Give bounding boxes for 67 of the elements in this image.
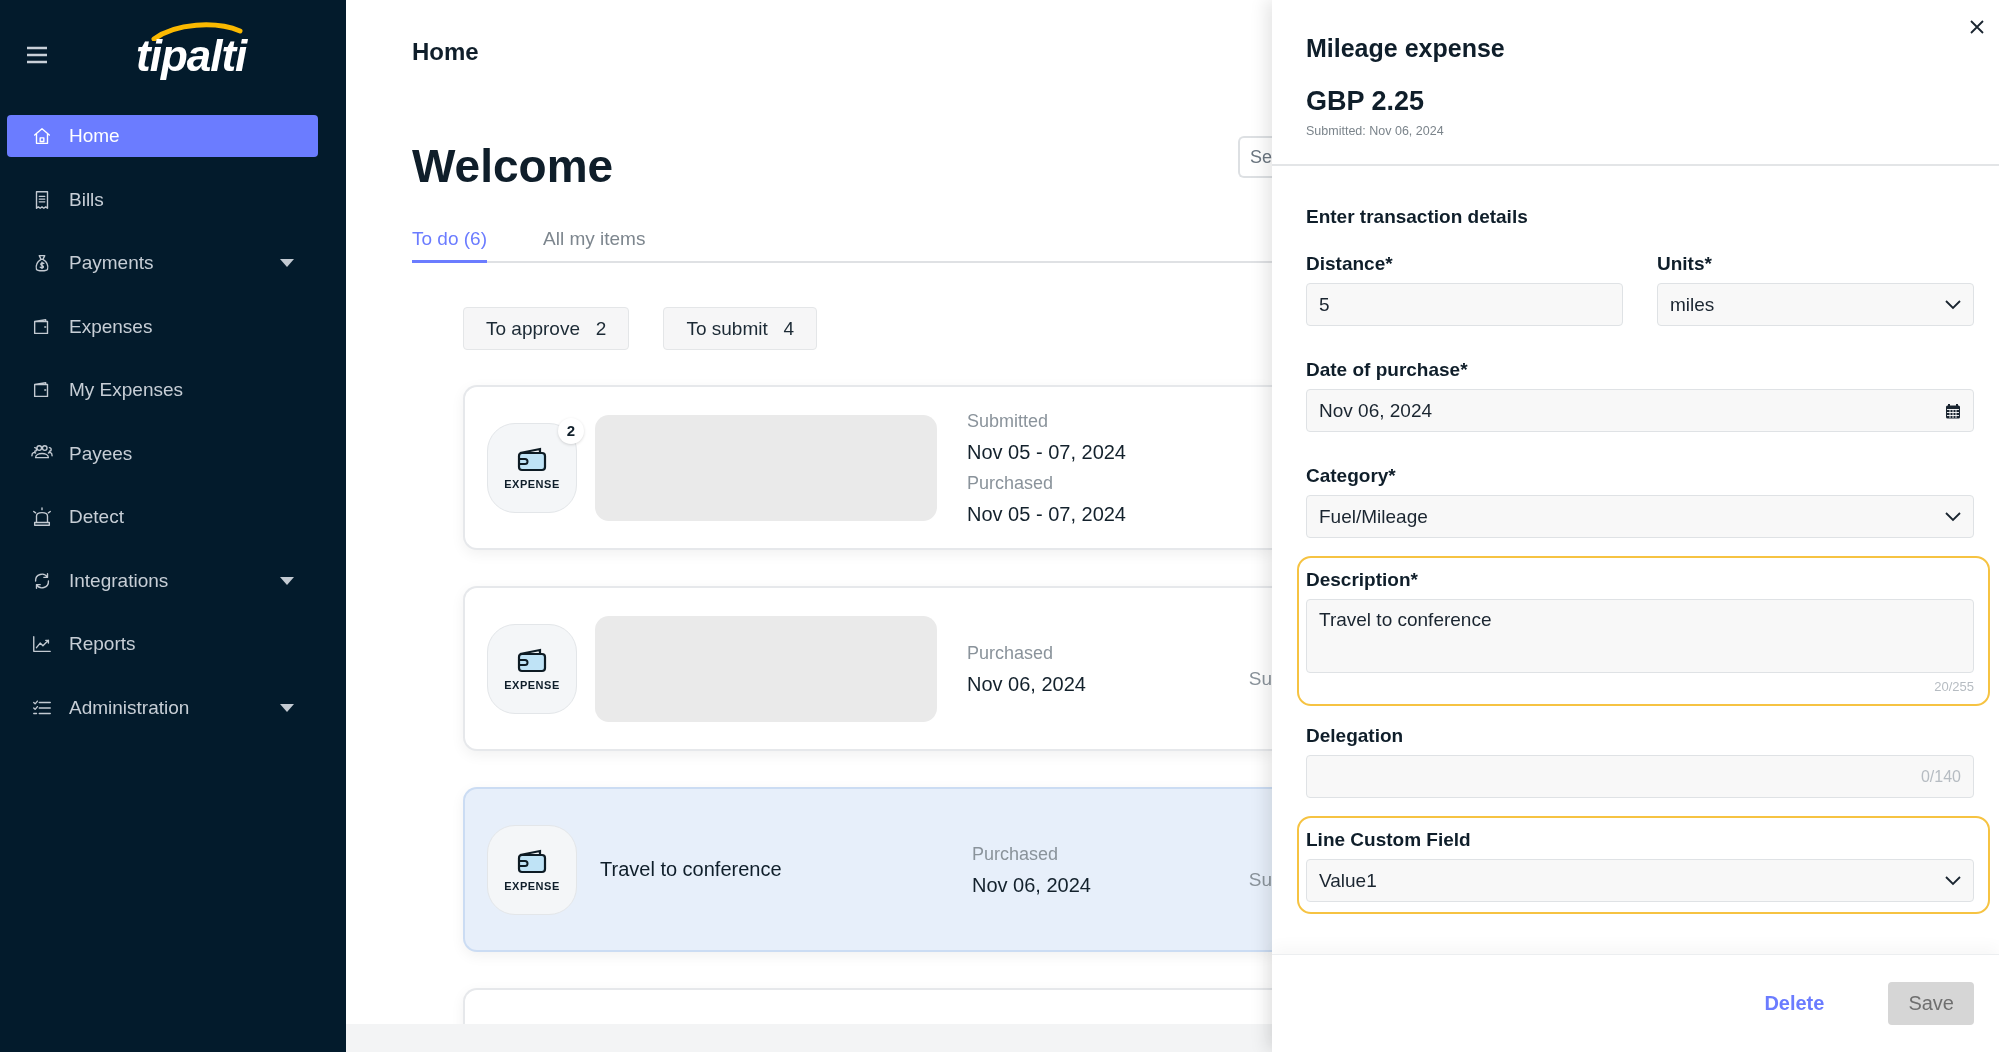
- character-counter: 20/255: [1934, 679, 1974, 694]
- list-card[interactable]: EXPENSE 2 Submitted Nov 05 - 07, 2024 Purchased Nov 05 - 07, 2024: [463, 385, 1272, 550]
- nav-icon: [31, 506, 53, 528]
- nav-item[interactable]: Reports: [7, 623, 318, 665]
- field-label: Units*: [1657, 252, 1713, 276]
- expense-type-label: EXPENSE: [504, 477, 560, 490]
- nav-item[interactable]: Bills: [7, 178, 318, 221]
- date-value: Nov 06, 2024: [967, 671, 1086, 697]
- field-label: Delegation: [1306, 724, 1405, 748]
- nav-icon: [31, 125, 53, 147]
- nav-item[interactable]: Payments: [7, 242, 318, 284]
- wallet-icon: [516, 646, 548, 673]
- expense-type-label: EXPENSE: [504, 879, 560, 892]
- date-label: Submitted: [967, 409, 1050, 433]
- date-label: Purchased: [967, 641, 1055, 665]
- wallet-icon: [516, 445, 548, 472]
- input-field[interactable]: 5: [1306, 283, 1623, 326]
- text-area[interactable]: Travel to conference: [1306, 599, 1974, 673]
- tab[interactable]: All my items: [543, 222, 646, 263]
- filter-chip[interactable]: To approve 2: [463, 307, 630, 350]
- list-card[interactable]: EXPENSE Travel to conference Purchased Nov 06, 2024 Su: [463, 787, 1272, 952]
- expense-type-label: EXPENSE: [504, 678, 560, 691]
- search-field[interactable]: Se: [1238, 136, 1272, 178]
- logo[interactable]: tipalti: [136, 21, 255, 81]
- field-label: Description*: [1306, 568, 1419, 592]
- nav-item[interactable]: Integrations: [7, 559, 318, 602]
- section-title: Enter transaction details: [1306, 206, 1529, 228]
- nav-item[interactable]: Administration: [7, 686, 318, 729]
- nav-item[interactable]: Expenses: [7, 305, 318, 348]
- menu-icon[interactable]: [26, 46, 48, 64]
- column-text: Su: [1248, 667, 1272, 690]
- date-label: Purchased: [972, 842, 1060, 866]
- wallet-icon: [516, 847, 548, 874]
- page-title: Home: [412, 38, 480, 66]
- select-field[interactable]: Fuel/Mileage: [1306, 495, 1974, 538]
- close-icon[interactable]: [1970, 20, 1984, 34]
- column-text: Su: [1248, 868, 1272, 891]
- date-label: Purchased: [967, 471, 1055, 495]
- delete-link[interactable]: Delete: [1764, 992, 1825, 1015]
- welcome-heading: Welcome: [412, 139, 614, 194]
- field-label: Line Custom Field: [1306, 828, 1472, 852]
- select-field[interactable]: miles: [1657, 283, 1974, 326]
- date-value: Nov 06, 2024: [972, 872, 1091, 898]
- nav-item[interactable]: Detect: [7, 496, 318, 538]
- chevron-down-icon: [1945, 875, 1961, 886]
- nav-icon: [31, 633, 53, 655]
- field-label: Date of purchase*: [1306, 358, 1469, 382]
- select-field[interactable]: Value1: [1306, 859, 1974, 902]
- card-title: Travel to conference: [600, 858, 782, 880]
- chevron-down-icon: [1945, 299, 1961, 310]
- tab[interactable]: To do (6): [412, 222, 487, 263]
- date-field[interactable]: Nov 06, 2024: [1306, 389, 1974, 432]
- nav-item[interactable]: Home: [7, 115, 318, 157]
- chevron-down-icon: [1945, 511, 1961, 522]
- date-value: Nov 05 - 07, 2024: [967, 439, 1126, 465]
- amount: GBP 2.25: [1306, 85, 1426, 118]
- field-label: Distance*: [1306, 252, 1394, 276]
- field-label: Category*: [1306, 464, 1397, 488]
- list-card[interactable]: EXPENSE Purchased Nov 06, 2024 Su: [463, 586, 1272, 751]
- date-value: Nov 05 - 07, 2024: [967, 501, 1126, 527]
- nav-item[interactable]: My Expenses: [7, 369, 318, 411]
- nav-item[interactable]: Payees: [7, 432, 318, 475]
- calendar-icon: [1945, 402, 1961, 419]
- panel-title: Mileage expense: [1306, 33, 1506, 64]
- submitted-date: Submitted: Nov 06, 2024: [1306, 124, 1445, 138]
- count-badge: 2: [558, 417, 584, 444]
- filter-chip[interactable]: To submit 4: [663, 307, 818, 350]
